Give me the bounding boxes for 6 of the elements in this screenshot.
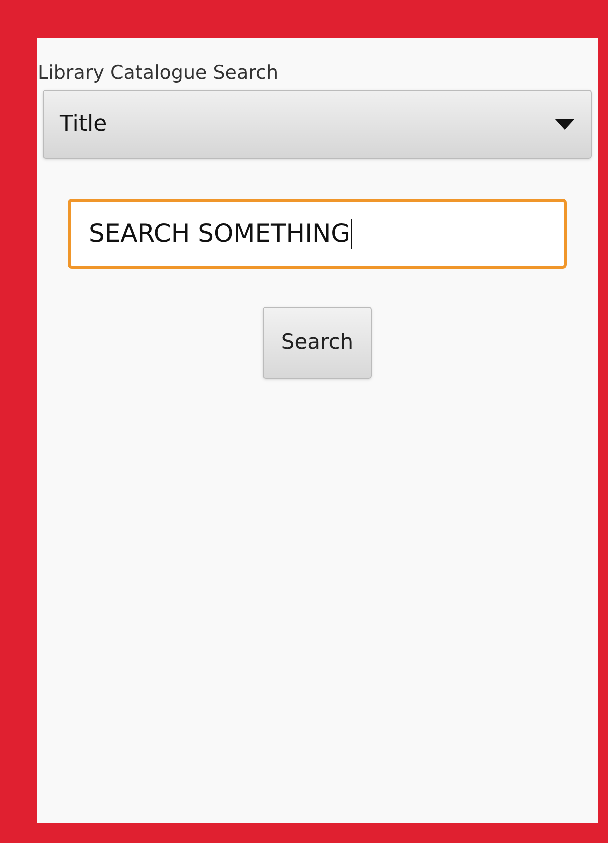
caret-icon [555,119,575,130]
category-dropdown[interactable]: Title [43,90,592,159]
app-title: Library Catalogue Search [38,62,278,84]
search-field[interactable]: SEARCH SOMETHING [68,199,567,269]
search-button[interactable]: Search [263,307,372,379]
text-cursor [350,219,352,249]
